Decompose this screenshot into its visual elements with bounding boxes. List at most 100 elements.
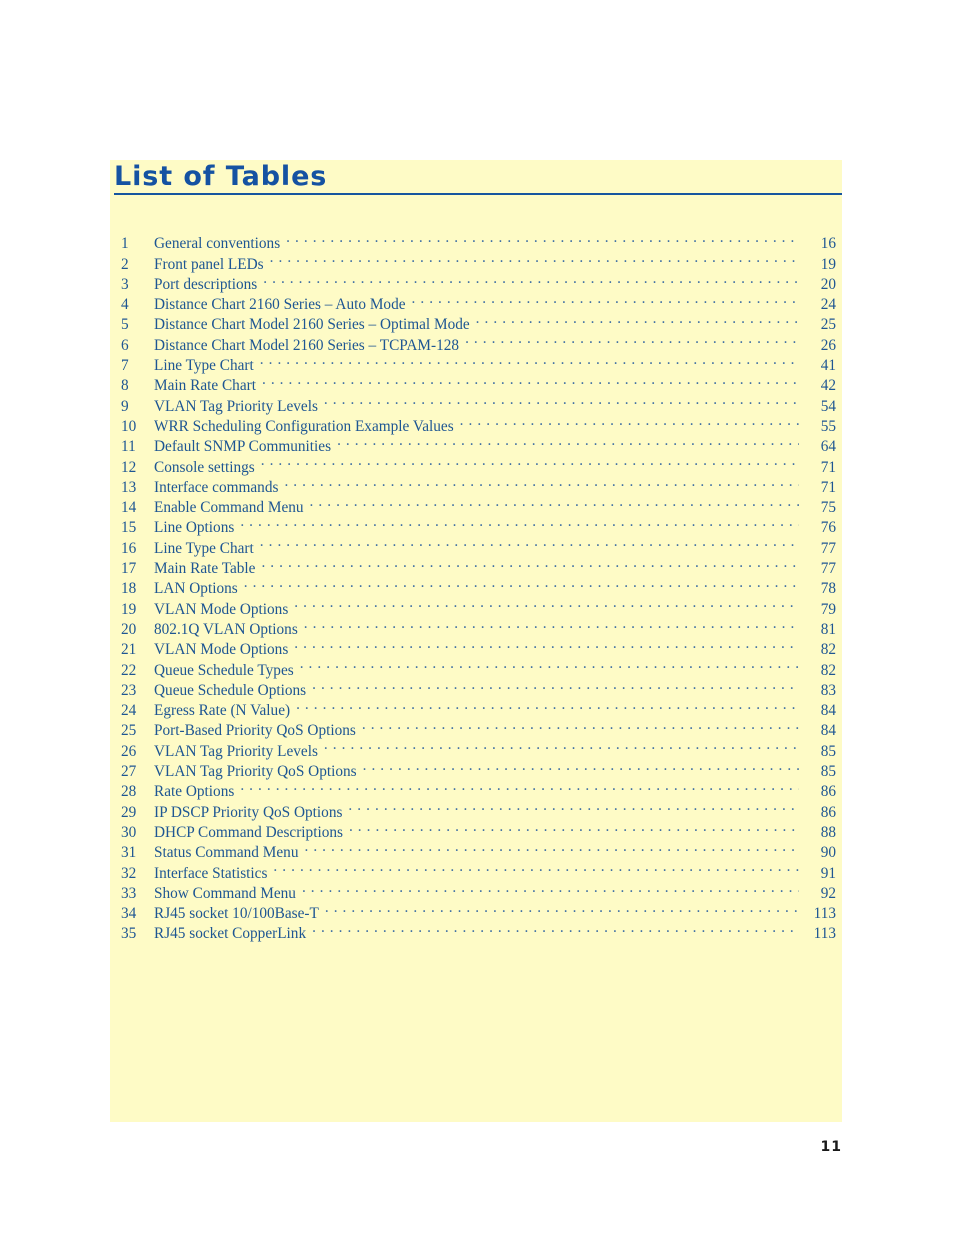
toc-entry-page: 82 — [820, 641, 836, 659]
toc-dot-leader — [304, 837, 799, 857]
toc-dot-leader — [363, 756, 799, 776]
toc-dot-leader — [284, 472, 799, 492]
toc-dot-leader — [412, 289, 799, 309]
toc-entry-number: 9 — [121, 397, 129, 415]
toc-entry-number: 21 — [121, 641, 137, 659]
toc-entry-page: 92 — [820, 884, 836, 902]
toc-entry-title: Interface commands — [154, 478, 279, 496]
toc-entry-page: 54 — [820, 397, 836, 415]
toc-entry-page: 71 — [820, 478, 836, 496]
toc-dot-leader — [260, 532, 799, 552]
toc-dot-leader — [262, 370, 799, 390]
toc-entry-title: Show Command Menu — [154, 884, 296, 902]
toc-entry-title: Main Rate Chart — [154, 377, 256, 395]
toc-entry-page: 16 — [820, 235, 836, 253]
toc-entry-title: Line Type Chart — [154, 539, 254, 557]
toc-entry-number: 35 — [121, 925, 137, 943]
toc-entry-number: 23 — [121, 681, 137, 699]
toc-entry-number: 10 — [121, 417, 137, 435]
toc-dot-leader — [324, 735, 799, 755]
toc-entry-number: 24 — [121, 702, 137, 720]
toc-dot-leader — [294, 634, 799, 654]
toc-entry-page: 77 — [820, 539, 836, 557]
toc-entry-number: 17 — [121, 560, 137, 578]
toc-dot-leader — [460, 411, 799, 431]
toc-entry-title: 802.1Q VLAN Options — [154, 620, 298, 638]
toc-entry-title: Rate Options — [154, 783, 235, 801]
toc-entry-title: RJ45 socket 10/100Base-T — [154, 905, 319, 923]
toc-entry-number: 4 — [121, 296, 129, 314]
toc-entry-title: Line Options — [154, 519, 235, 537]
page-number: 11 — [820, 1139, 842, 1155]
toc-entry-number: 27 — [121, 763, 137, 781]
toc-entry-page: 76 — [820, 519, 836, 537]
toc-entry-number: 26 — [121, 742, 137, 760]
toc-entry-page: 19 — [820, 255, 836, 273]
toc-dot-leader — [273, 857, 799, 877]
toc-dot-leader — [337, 431, 799, 451]
toc-dot-leader — [261, 451, 799, 471]
toc-entry-title: LAN Options — [154, 580, 238, 598]
toc-dot-leader — [324, 390, 799, 410]
toc-entry-page: 41 — [820, 357, 836, 375]
toc-entry-title: Egress Rate (N Value) — [154, 702, 291, 720]
toc-dot-leader — [325, 898, 799, 918]
toc-entry-number: 32 — [121, 864, 137, 882]
toc-entry[interactable]: 1 General conventions 16 — [110, 228, 842, 252]
toc-entry-number: 11 — [121, 438, 136, 456]
toc-dot-leader — [312, 918, 799, 938]
toc-dot-leader — [270, 248, 799, 268]
toc-dot-leader — [349, 817, 799, 837]
toc-entry-number: 19 — [121, 600, 137, 618]
toc-entry-page: 84 — [820, 722, 836, 740]
toc-dot-leader — [302, 878, 799, 898]
toc-entry-page: 113 — [813, 925, 836, 943]
toc-dot-leader — [263, 269, 799, 289]
toc-entry-page: 86 — [820, 783, 836, 801]
toc-entry-number: 20 — [121, 620, 137, 638]
toc-entry-number: 1 — [121, 235, 129, 253]
toc-entry-number: 31 — [121, 844, 137, 862]
toc-dot-leader — [312, 675, 799, 695]
toc-entry-page: 113 — [813, 905, 836, 923]
toc-entry-page: 83 — [820, 681, 836, 699]
toc-entry-number: 7 — [121, 357, 129, 375]
toc-entry-number: 29 — [121, 803, 137, 821]
title-divider — [114, 193, 842, 195]
toc-entry-page: 55 — [820, 417, 836, 435]
toc-entry-title: Line Type Chart — [154, 357, 254, 375]
toc-entry-page: 81 — [820, 620, 836, 638]
toc-entry-number: 12 — [121, 458, 137, 476]
toc-entry-page: 20 — [820, 275, 836, 293]
toc-entry-number: 18 — [121, 580, 137, 598]
toc-entry-title: Interface Statistics — [154, 864, 268, 882]
toc-entry-title: IP DSCP Priority QoS Options — [154, 803, 343, 821]
toc-entry-page: 86 — [820, 803, 836, 821]
toc-entry-page: 88 — [820, 823, 836, 841]
toc-entry-title: Distance Chart Model 2160 Series – Optim… — [154, 316, 470, 334]
toc-entry-page: 77 — [820, 560, 836, 578]
toc-entry-page: 90 — [820, 844, 836, 862]
toc-dot-leader — [240, 512, 799, 532]
toc-dot-leader — [261, 553, 799, 573]
toc-dot-leader — [300, 654, 799, 674]
toc-entry-title: Distance Chart 2160 Series – Auto Mode — [154, 296, 406, 314]
toc-entry-title: Console settings — [154, 458, 255, 476]
toc-entry-page: 85 — [820, 742, 836, 760]
toc-entry-title: VLAN Mode Options — [154, 641, 289, 659]
page-title: List of Tables — [114, 161, 328, 192]
list-of-tables: 1 General conventions 16 2 Front panel LEDs 1… — [110, 228, 842, 942]
toc-dot-leader — [310, 492, 799, 512]
toc-dot-leader — [476, 309, 799, 329]
toc-entry-number: 13 — [121, 478, 137, 496]
toc-entry-number: 34 — [121, 905, 137, 923]
toc-dot-leader — [294, 593, 799, 613]
toc-entry-page: 75 — [820, 499, 836, 517]
toc-entry-number: 22 — [121, 661, 137, 679]
toc-dot-leader — [244, 573, 799, 593]
toc-dot-leader — [260, 350, 799, 370]
toc-entry-number: 5 — [121, 316, 129, 334]
toc-entry-page: 42 — [820, 377, 836, 395]
toc-entry-number: 2 — [121, 255, 129, 273]
toc-entry-number: 30 — [121, 823, 137, 841]
